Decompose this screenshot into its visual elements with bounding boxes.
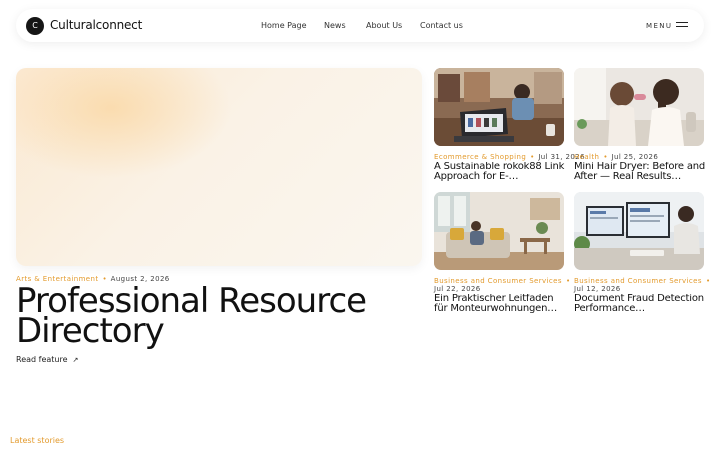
card-image[interactable] bbox=[574, 68, 704, 146]
meta-separator: • bbox=[705, 277, 711, 285]
card-image[interactable] bbox=[434, 192, 564, 270]
card-category[interactable]: Health bbox=[574, 153, 599, 161]
card-image[interactable] bbox=[434, 68, 564, 146]
menu-label[interactable]: MENU bbox=[646, 21, 672, 31]
card-date: Jul 12, 2026 bbox=[574, 285, 621, 293]
hero-title[interactable]: Professional Resource Directory bbox=[16, 284, 416, 348]
hamburger-icon[interactable] bbox=[676, 22, 688, 29]
card-date: Jul 22, 2026 bbox=[434, 285, 481, 293]
meta-separator: • bbox=[565, 277, 571, 285]
nav-news[interactable]: News bbox=[324, 21, 346, 31]
site-header: C Culturalconnect Home Page News About U… bbox=[16, 9, 704, 42]
read-feature-link[interactable]: Read feature ↗ bbox=[16, 355, 78, 365]
meta-separator: • bbox=[603, 153, 608, 161]
card-meta: Health • Jul 25, 2026 bbox=[574, 153, 658, 162]
read-feature-label: Read feature bbox=[16, 355, 68, 364]
card-category[interactable]: Business and Consumer Services bbox=[434, 277, 562, 285]
meta-separator: • bbox=[530, 153, 535, 161]
card-category[interactable]: Business and Consumer Services bbox=[574, 277, 702, 285]
hero-image[interactable] bbox=[16, 68, 422, 266]
nav-home[interactable]: Home Page bbox=[261, 21, 307, 31]
nav-contact[interactable]: Contact us bbox=[420, 21, 463, 31]
card-title[interactable]: Document Fraud Detection Performance… bbox=[574, 294, 708, 315]
card-category[interactable]: Ecommerce & Shopping bbox=[434, 153, 526, 161]
card-date: Jul 25, 2026 bbox=[611, 153, 659, 161]
card-image[interactable] bbox=[574, 192, 704, 270]
arrow-up-right-icon: ↗ bbox=[72, 356, 79, 364]
main-nav: Home Page News About Us Contact us bbox=[16, 21, 704, 33]
latest-stories-label: Latest stories bbox=[10, 436, 65, 445]
card-title[interactable]: A Sustainable rokok88 Link Approach for … bbox=[434, 162, 568, 183]
nav-about[interactable]: About Us bbox=[366, 21, 402, 31]
card-title[interactable]: Ein Praktischer Leitfaden für Monteurwoh… bbox=[434, 294, 568, 315]
card-meta: Ecommerce & Shopping • Jul 31, 2026 bbox=[434, 153, 585, 162]
card-title[interactable]: Mini Hair Dryer: Before and After — Real… bbox=[574, 162, 708, 183]
card-meta-date: Jul 12, 2026 bbox=[574, 285, 621, 294]
card-meta-date: Jul 22, 2026 bbox=[434, 285, 481, 294]
